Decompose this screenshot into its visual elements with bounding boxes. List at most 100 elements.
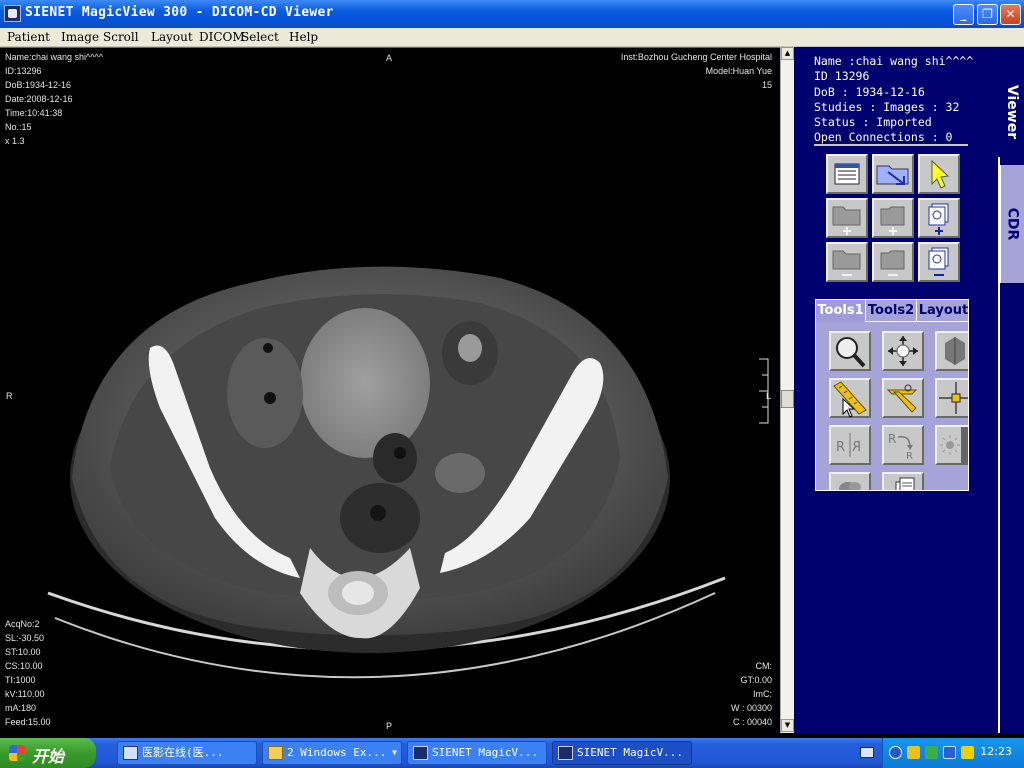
tab-cdr-label: CDR <box>1004 207 1021 241</box>
start-button[interactable]: 开始 <box>0 738 96 768</box>
menu-scroll[interactable]: Scroll <box>103 30 139 44</box>
volume-tool-button[interactable] <box>935 331 968 371</box>
angle-tool-button[interactable] <box>882 378 924 418</box>
minimize-button[interactable]: _ <box>953 4 974 25</box>
app-icon <box>4 5 21 22</box>
browser-icon <box>123 746 138 760</box>
tab-tools2[interactable]: Tools2 <box>866 300 917 322</box>
orientation-top: A <box>386 53 393 63</box>
svg-text:R: R <box>836 440 845 455</box>
display-icon[interactable] <box>943 746 956 759</box>
task-item-magicview-2[interactable]: SIENET MagicV... <box>552 741 692 765</box>
overlay-bottom-right: CM: GT:0.00 ImC: W : 00300 C : 00040 <box>731 659 772 729</box>
brightness-icon <box>940 427 968 463</box>
open-folder-icon <box>876 165 909 185</box>
remove-image-button[interactable] <box>918 242 960 282</box>
overlay-kv: kV:110.00 <box>5 689 45 699</box>
remove-series-button[interactable] <box>872 242 914 282</box>
task-label: SIENET MagicV... <box>432 746 538 759</box>
tab-tools1[interactable]: Tools1 <box>816 300 866 322</box>
task-item-explorer[interactable]: 2 Windows Ex... ▼ <box>262 741 402 765</box>
folder-remove-icon <box>880 250 905 276</box>
menu-layout[interactable]: Layout <box>151 30 193 44</box>
rotate-tool-button[interactable]: RR <box>882 425 924 465</box>
network-icon[interactable] <box>925 746 938 759</box>
tools-panel: Tools1 Tools2 Layout RR RR <box>815 299 969 491</box>
menu-bar: Patient Image Scroll Layout DICOM Select… <box>0 28 1024 47</box>
study-list-button[interactable] <box>826 154 868 194</box>
menu-help[interactable]: Help <box>289 30 318 44</box>
flip-icon: RR <box>836 433 861 457</box>
patient-info: Name :chai wang shi^^^^ ID 13296 DoB : 1… <box>814 54 973 146</box>
pan-icon <box>888 336 918 366</box>
info-dob: DoB : 1934-12-16 <box>814 84 925 99</box>
overlay-patient-id: ID:13296 <box>5 66 42 76</box>
overlay-window-width: W : 00300 <box>730 703 772 713</box>
scroll-up-button[interactable]: ▲ <box>781 47 794 60</box>
add-study-button[interactable] <box>826 198 868 238</box>
windows-flag-icon <box>9 745 25 761</box>
overlay-dob: DoB:1934-12-16 <box>5 80 72 90</box>
roi-tool-button[interactable] <box>829 472 871 490</box>
scroll-thumb[interactable] <box>781 390 794 408</box>
angle-icon <box>886 384 918 413</box>
menu-dicom[interactable]: DICOM <box>199 30 245 44</box>
overlay-imc: ImC: <box>753 689 772 699</box>
add-series-button[interactable] <box>872 198 914 238</box>
start-label: 开始 <box>32 747 65 766</box>
keyboard-icon[interactable] <box>860 747 874 758</box>
svg-text:R: R <box>888 432 896 446</box>
chevron-left-icon[interactable] <box>889 746 902 759</box>
overlay-patient-name: Name:chai wang shi^^^^ <box>5 52 103 62</box>
flip-tool-button[interactable]: RR <box>829 425 871 465</box>
mouse-cursor-icon <box>842 398 856 418</box>
svg-text:R: R <box>852 440 861 455</box>
pointer-icon <box>931 159 950 189</box>
task-item-magicview-1[interactable]: SIENET MagicV... <box>407 741 547 765</box>
folder-add-icon <box>880 206 905 235</box>
brightness-tool-button[interactable] <box>935 425 968 465</box>
tab-viewer-label: Viewer <box>1004 84 1020 140</box>
tab-viewer[interactable]: Viewer <box>1000 67 1024 157</box>
ime-icon[interactable] <box>907 746 920 759</box>
taskbar: 开始 医影在线(医... 2 Windows Ex... ▼ SIENET Ma… <box>0 738 1024 768</box>
clock[interactable]: 12:23 <box>980 745 1012 758</box>
overlay-model: Model:Huan Yue <box>705 66 772 76</box>
scale-ruler <box>759 358 769 424</box>
image-viewport[interactable]: Name:chai wang shi^^^^ ID:13296 DoB:1934… <box>0 47 780 733</box>
close-button[interactable]: ✕ <box>1000 4 1021 25</box>
ct-slice-image <box>47 266 726 679</box>
task-item-browser[interactable]: 医影在线(医... <box>117 741 257 765</box>
orientation-bottom: P <box>386 721 393 731</box>
zoom-tool-button[interactable] <box>829 331 871 371</box>
scroll-down-button[interactable]: ▼ <box>781 719 794 732</box>
study-list-icon <box>834 163 860 185</box>
menu-image[interactable]: Image <box>61 30 99 44</box>
roi-icon <box>839 482 861 490</box>
open-study-button[interactable] <box>872 154 914 194</box>
overlay-feed: Feed:15.00 <box>5 717 51 727</box>
overlay-cm: CM: <box>755 661 773 671</box>
overlay-ti: TI:1000 <box>5 675 36 685</box>
running-man-icon[interactable] <box>961 746 974 759</box>
viewer-scrollbar[interactable]: ▲ ▼ <box>780 47 794 733</box>
menu-select[interactable]: Select <box>241 30 279 44</box>
tab-layout[interactable]: Layout <box>917 300 968 322</box>
image-remove-icon <box>928 247 949 276</box>
crosshair-tool-button[interactable] <box>935 378 968 418</box>
title-bar[interactable]: SIENET MagicView 300 - DICOM-CD Viewer _… <box>0 0 1024 28</box>
task-label: 医影在线(医... <box>142 746 224 759</box>
pointer-button[interactable] <box>918 154 960 194</box>
system-tray: 12:23 <box>882 738 1024 768</box>
tab-cdr[interactable]: CDR <box>1000 165 1024 283</box>
restore-button[interactable]: ❐ <box>977 4 998 25</box>
overlay-bottom-left: AcqNo:2 SL:-30.50 ST:10.00 CS:10.00 TI:1… <box>5 617 51 729</box>
add-image-button[interactable] <box>918 198 960 238</box>
crosshair-icon <box>939 382 968 414</box>
pan-tool-button[interactable] <box>882 331 924 371</box>
remove-study-button[interactable] <box>826 242 868 282</box>
rotate-icon: RR <box>888 432 913 462</box>
info-status: Status : Imported <box>814 115 932 130</box>
copy-tool-button[interactable] <box>882 472 924 490</box>
menu-patient[interactable]: Patient <box>7 30 50 44</box>
